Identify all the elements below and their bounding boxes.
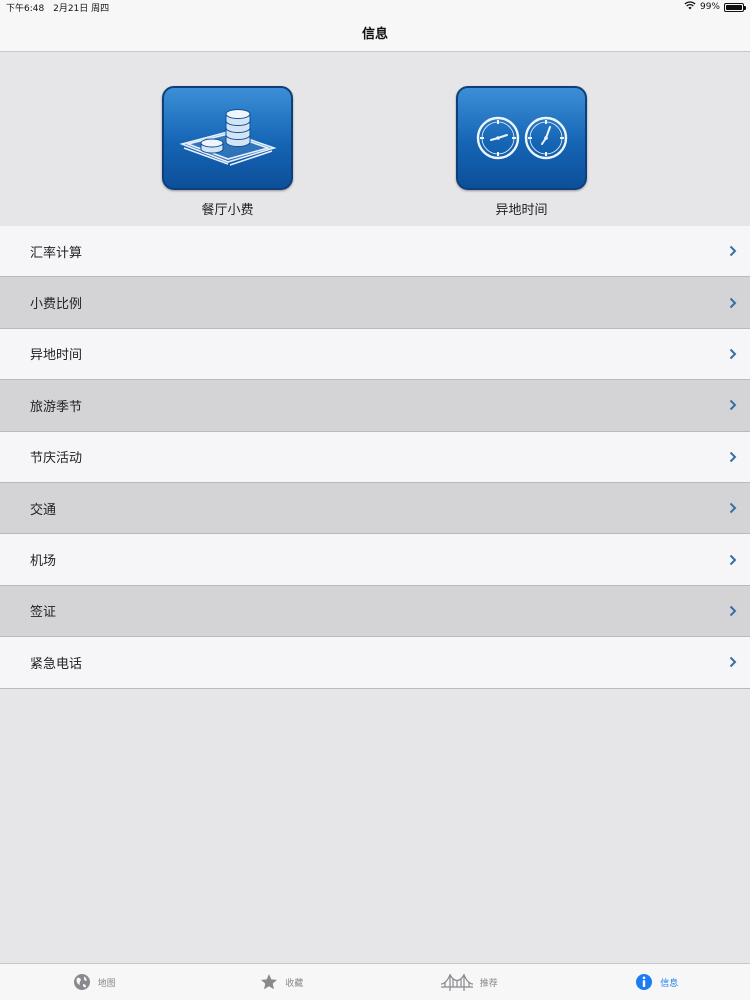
tile-restaurant-tip[interactable]: 餐厅小费 [162,86,293,218]
tab-label: 地图 [97,978,116,989]
coins-money-icon[interactable] [162,86,293,190]
menu-item-travel-season[interactable]: 旅游季节 [0,380,750,432]
tile-label: 餐厅小费 [201,203,254,218]
chevron-right-icon [728,398,738,412]
chevron-right-icon [728,553,738,567]
tab-favorites[interactable]: 收藏 [188,964,376,1000]
menu-item-label: 签证 [30,605,57,621]
battery-icon [724,2,746,12]
menu-item-exchange-rate[interactable]: 汇率计算 [0,226,750,278]
tab-recommend[interactable]: 推荐 [375,964,563,1000]
tiles-area: 餐厅小费 异地时间 [0,52,750,226]
bridge-icon [440,972,474,992]
menu-item-label: 小费比例 [30,297,83,313]
status-time: 下午6:48 [6,4,45,14]
tile-remote-time[interactable]: 异地时间 [456,86,587,218]
menu-item-label: 交通 [30,502,57,518]
app-window: 下午6:48 2月21日 周四 99% 信息 餐厅小费 异地时间 汇率计算 小费… [0,0,750,1000]
menu-item-label: 紧急电话 [30,656,83,672]
menu-item-festivals[interactable]: 节庆活动 [0,431,750,483]
menu-item-airport[interactable]: 机场 [0,534,750,586]
tab-label: 信息 [660,978,679,989]
menu-item-label: 节庆活动 [30,451,83,467]
chevron-right-icon [728,347,738,361]
battery-percent: 99% [699,2,720,12]
tab-bar: 地图 收藏 推荐 信息 [0,963,750,1000]
chevron-right-icon [728,501,738,515]
tab-info[interactable]: 信息 [563,964,750,1000]
menu-item-label: 汇率计算 [30,245,83,261]
tab-map[interactable]: 地图 [0,964,188,1000]
menu-item-label: 机场 [30,554,57,570]
menu-item-visa[interactable]: 签证 [0,585,750,638]
clocks-icon[interactable] [456,86,587,190]
chevron-right-icon [728,450,738,464]
star-icon [259,972,279,992]
menu-item-emergency-phone[interactable]: 紧急电话 [0,637,750,689]
status-right: 99% [684,1,746,13]
info-menu-list: 汇率计算 小费比例 异地时间 旅游季节 节庆活动 交通 机场 签证 紧急电话 [0,226,750,689]
chevron-right-icon [728,296,738,310]
status-bar: 下午6:48 2月21日 周四 99% [0,0,750,14]
menu-item-transport[interactable]: 交通 [0,482,750,535]
page-title: 信息 [361,27,388,42]
tab-label: 收藏 [285,978,304,989]
tile-label: 异地时间 [495,203,548,218]
menu-item-label: 异地时间 [30,348,83,364]
tab-label: 推荐 [479,978,498,989]
globe-icon [72,972,92,992]
wifi-icon [684,1,696,13]
chevron-right-icon [728,655,738,669]
status-left: 下午6:48 2月21日 周四 [6,1,109,14]
menu-item-tip-ratio[interactable]: 小费比例 [0,277,750,329]
menu-item-remote-time[interactable]: 异地时间 [0,328,750,381]
menu-item-label: 旅游季节 [30,399,83,415]
info-icon [634,972,654,992]
chevron-right-icon [728,604,738,618]
status-date: 2月21日 周四 [53,4,110,14]
navigation-bar: 信息 [0,14,750,52]
battery-fill [726,4,742,10]
chevron-right-icon [728,244,738,258]
